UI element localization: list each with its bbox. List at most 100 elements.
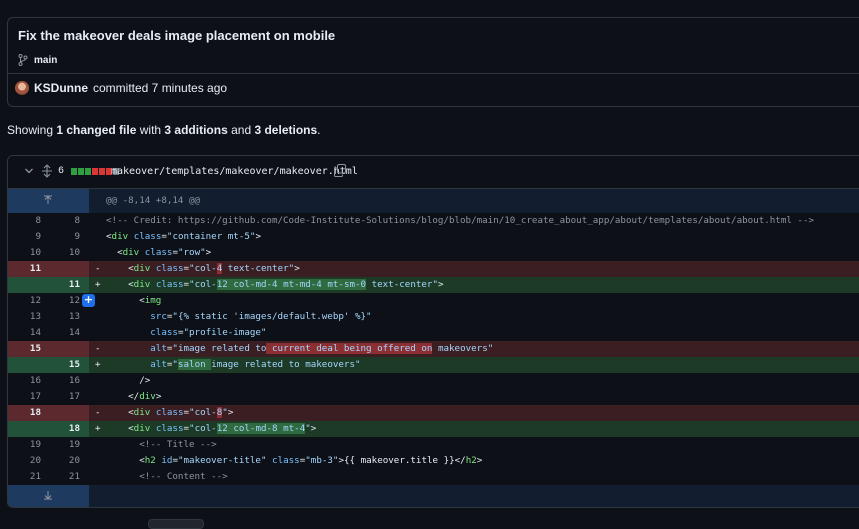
- chevron-down-icon[interactable]: [24, 166, 34, 176]
- diff-sign: -: [95, 407, 101, 418]
- diff-row-context: 13 13 src="{% static 'images/default.webp…: [8, 309, 859, 325]
- old-line-number[interactable]: 21: [8, 469, 41, 485]
- diffstat-square-add: [78, 168, 84, 175]
- file-diff: 6 makeover/templates/makeover/makeover.h…: [7, 155, 859, 508]
- button-partial[interactable]: [148, 519, 204, 529]
- new-line-number[interactable]: 13: [48, 309, 80, 325]
- code-line: alt="image related to current deal being…: [150, 343, 494, 354]
- code-line: <!-- Content -->: [106, 471, 228, 482]
- expand-down-icon[interactable]: [43, 490, 53, 500]
- divider: [8, 73, 859, 74]
- old-line-number[interactable]: 17: [8, 389, 41, 405]
- expand-up-icon[interactable]: [43, 195, 53, 205]
- code-line: <img: [106, 295, 162, 306]
- code-line: <h2 id="makeover-title" class="mb-3">{{ …: [106, 455, 483, 466]
- expand-all-icon[interactable]: [41, 164, 53, 178]
- diff-row-added: 15 + alt="salon image related to makeover…: [8, 357, 859, 373]
- diff-sign: +: [95, 423, 101, 434]
- commit-title: Fix the makeover deals image placement o…: [18, 28, 336, 43]
- old-line-number[interactable]: 20: [8, 453, 41, 469]
- diff-table: @@ -8,14 +8,14 @@ 8 8 <!-- Credit: https:/…: [8, 189, 859, 507]
- code-line: />: [106, 375, 151, 386]
- new-line-number[interactable]: 15: [48, 357, 80, 373]
- code-line: <!-- Credit: https://github.com/Code-Ins…: [106, 215, 815, 226]
- branch-indicator[interactable]: main: [18, 54, 57, 66]
- summary-mid2: and: [227, 123, 255, 137]
- diffstat-square-add: [85, 168, 91, 175]
- author-link[interactable]: KSDunne: [34, 81, 88, 95]
- new-line-number[interactable]: 14: [48, 325, 80, 341]
- new-line-number[interactable]: 8: [48, 213, 80, 229]
- diff-row-context: 16 16 />: [8, 373, 859, 389]
- file-header: 6 makeover/templates/makeover/makeover.h…: [8, 156, 859, 189]
- diffstat-square-del: [99, 168, 105, 175]
- diff-row-deleted: 15 - alt="image related to current deal b…: [8, 341, 859, 357]
- diff-row-context: 12 12 <img +: [8, 293, 859, 309]
- new-line-number[interactable]: 11: [48, 277, 80, 293]
- hunk-header-row: @@ -8,14 +8,14 @@: [8, 189, 859, 213]
- code-line: <div class="col-4 text-center">: [106, 263, 300, 274]
- diff-sign: +: [95, 279, 101, 290]
- avatar[interactable]: [15, 81, 29, 95]
- diff-row-added: 11 + <div class="col-12 col-md-4 mt-md-4 …: [8, 277, 859, 293]
- code-line: src="{% static 'images/default.webp' %}": [150, 311, 372, 322]
- diffstat-square-add: [71, 168, 77, 175]
- new-line-number[interactable]: 18: [48, 421, 80, 437]
- code-line: <div class="row">: [106, 247, 212, 258]
- git-branch-icon: [18, 54, 28, 66]
- old-line-number[interactable]: 11: [8, 261, 41, 277]
- add-comment-button[interactable]: +: [82, 294, 95, 307]
- diff-row-context: 8 8 <!-- Credit: https://github.com/Code-I…: [8, 213, 859, 229]
- old-line-number[interactable]: 8: [8, 213, 41, 229]
- new-line-number[interactable]: 17: [48, 389, 80, 405]
- diff-row-context: 14 14 class="profile-image": [8, 325, 859, 341]
- summary-mid1: with: [136, 123, 165, 137]
- expand-down-row: [8, 485, 859, 507]
- summary-deletions: 3 deletions: [254, 123, 318, 137]
- hunk-header: @@ -8,14 +8,14 @@: [106, 195, 201, 206]
- summary-prefix: Showing: [7, 123, 57, 137]
- diffstat-square-del: [92, 168, 98, 175]
- old-line-number[interactable]: 14: [8, 325, 41, 341]
- diff-row-context: 9 9 <div class="container mt-5">: [8, 229, 859, 245]
- code-line: class="profile-image": [150, 327, 267, 338]
- copy-icon[interactable]: [334, 164, 346, 177]
- diff-row-context: 21 21 <!-- Content -->: [8, 469, 859, 485]
- new-line-number[interactable]: 19: [48, 437, 80, 453]
- commit-author-row: KSDunne committed 7 minutes ago: [15, 81, 227, 95]
- old-line-number[interactable]: 12: [8, 293, 41, 309]
- summary-suffix: .: [317, 123, 321, 137]
- code-line: <!-- Title -->: [106, 439, 217, 450]
- code-line: <div class="col-12 col-md-4 mt-md-4 mt-s…: [106, 279, 444, 290]
- diff-row-context: 17 17 </div>: [8, 389, 859, 405]
- new-line-number[interactable]: 21: [48, 469, 80, 485]
- diff-sign: -: [95, 263, 101, 274]
- file-path-link[interactable]: makeover/templates/makeover/makeover.htm…: [111, 166, 358, 177]
- new-line-number[interactable]: 10: [48, 245, 80, 261]
- code-line: <div class="col-8">: [106, 407, 234, 418]
- code-line: <div class="container mt-5">: [106, 231, 261, 242]
- diff-sign: -: [95, 343, 101, 354]
- diff-sign: +: [95, 359, 101, 370]
- diff-summary: Showing 1 changed file with 3 additions …: [7, 123, 321, 137]
- old-line-number[interactable]: 18: [8, 405, 41, 421]
- diff-row-context: 19 19 <!-- Title -->: [8, 437, 859, 453]
- commit-header: Fix the makeover deals image placement o…: [7, 17, 859, 107]
- summary-files: 1 changed file: [56, 123, 137, 137]
- old-line-number[interactable]: 9: [8, 229, 41, 245]
- new-line-number[interactable]: 16: [48, 373, 80, 389]
- new-line-number[interactable]: 9: [48, 229, 80, 245]
- old-line-number[interactable]: 13: [8, 309, 41, 325]
- summary-additions: 3 additions: [164, 123, 228, 137]
- change-count: 6: [58, 166, 65, 177]
- diff-row-context: 10 10 <div class="row">: [8, 245, 859, 261]
- old-line-number[interactable]: 16: [8, 373, 41, 389]
- new-line-number[interactable]: 20: [48, 453, 80, 469]
- code-line: alt="salon image related to makeovers": [150, 359, 361, 370]
- old-line-number[interactable]: 15: [8, 341, 41, 357]
- committed-time: committed 7 minutes ago: [93, 81, 228, 95]
- old-line-number[interactable]: 19: [8, 437, 41, 453]
- branch-name: main: [34, 54, 58, 66]
- new-line-number[interactable]: 12: [48, 293, 80, 309]
- old-line-number[interactable]: 10: [8, 245, 41, 261]
